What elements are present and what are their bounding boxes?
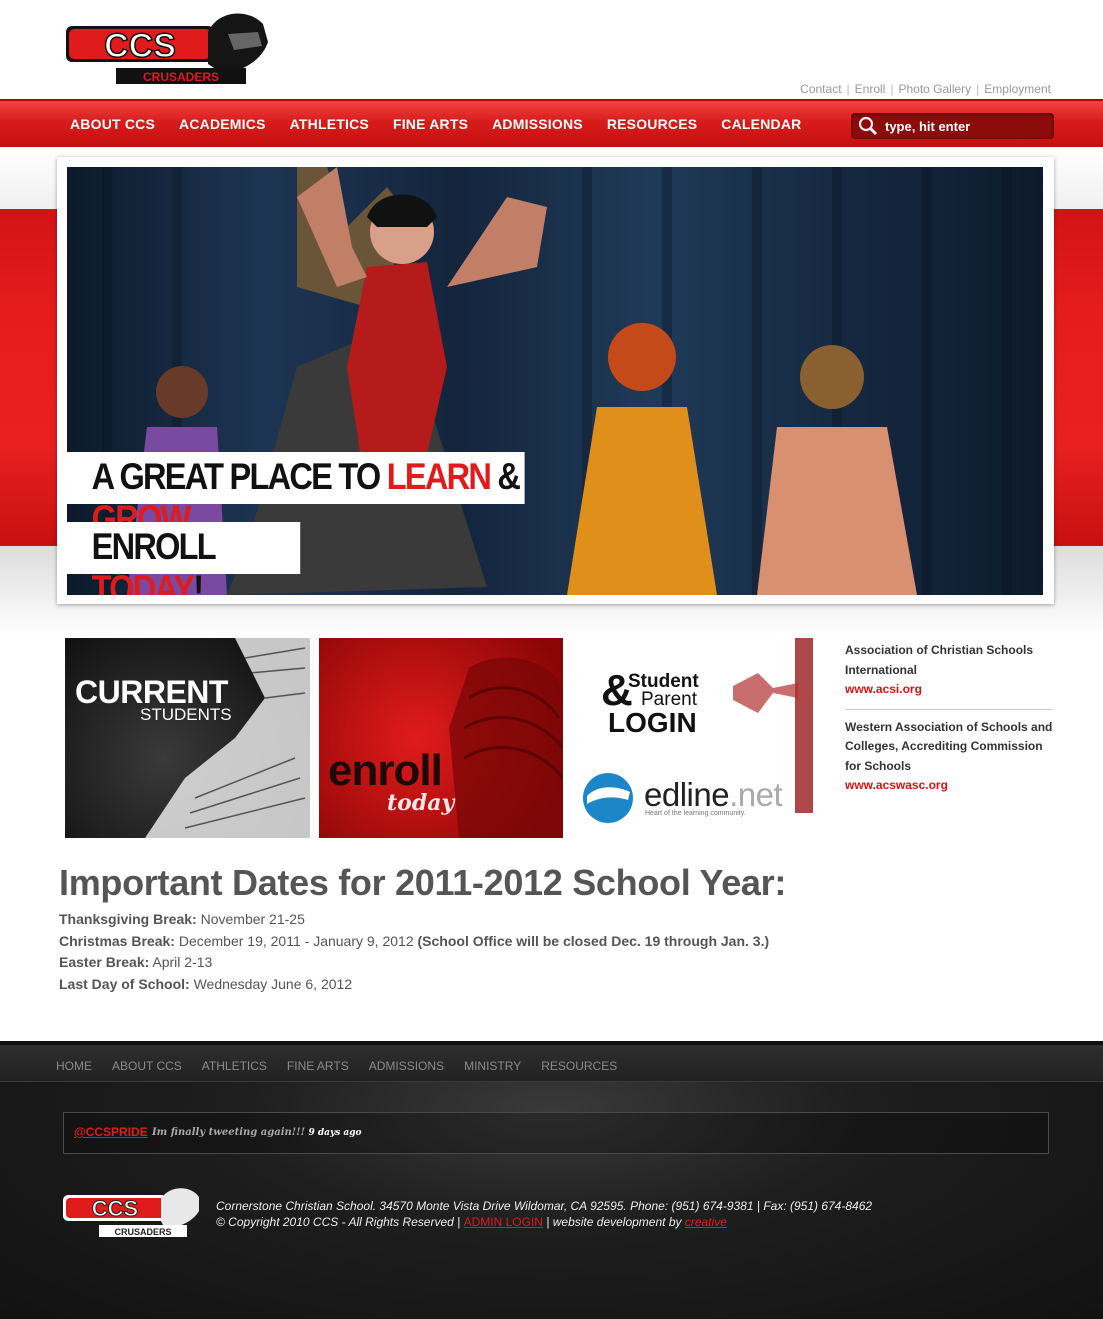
footer-nav-home[interactable]: HOME: [56, 1059, 92, 1073]
footer-address: Cornerstone Christian School. 34570 Mont…: [216, 1199, 873, 1213]
top-utility-links: Contact | Enroll | Photo Gallery | Employment: [800, 82, 1051, 96]
nav-calendar[interactable]: CALENDAR: [709, 116, 813, 132]
footer-nav-ministry[interactable]: MINISTRY: [464, 1059, 521, 1073]
footer-ccs-logo: CCS CRUSADERS: [61, 1185, 201, 1241]
main-navbar: ABOUT CCS ACADEMICS ATHLETICS FINE ARTS …: [0, 99, 1103, 147]
date-item: Christmas Break: December 19, 2011 - Jan…: [59, 932, 770, 949]
top-link-enroll[interactable]: Enroll: [855, 82, 886, 96]
footer-nav-athletics[interactable]: ATHLETICS: [202, 1059, 267, 1073]
footer-nav-fine-arts[interactable]: FINE ARTS: [287, 1059, 349, 1073]
student-parent-login-tile[interactable]: & Student Parent LOGIN edline.net Heart …: [573, 638, 818, 838]
creative-link[interactable]: creative: [685, 1215, 727, 1229]
logo-subtext: CRUSADERS: [143, 70, 219, 84]
current-students-tile[interactable]: CURRENT STUDENTS: [65, 638, 310, 838]
acsi-org-name: Association of Christian Schools Interna…: [845, 643, 1034, 677]
ccs-crusaders-logo[interactable]: CCS CRUSADERS: [58, 2, 270, 96]
nav-academics[interactable]: ACADEMICS: [167, 116, 278, 132]
acsi-link[interactable]: www.acsi.org: [845, 682, 922, 696]
logo-text: CCS: [104, 27, 176, 65]
important-dates-list: Thanksgiving Break: November 21-25 Chris…: [59, 909, 769, 995]
admin-login-link[interactable]: ADMIN LOGIN: [464, 1215, 543, 1229]
nav-about-ccs[interactable]: ABOUT CCS: [58, 116, 167, 132]
search-icon[interactable]: [855, 115, 881, 137]
today-label: today: [387, 790, 455, 816]
footer-logo-subtext: CRUSADERS: [114, 1227, 171, 1237]
footer-contact-info: Cornerstone Christian School. 34570 Mont…: [216, 1198, 872, 1230]
footer-logo-text: CCS: [92, 1196, 138, 1221]
enroll-label: enroll: [328, 746, 443, 795]
wasc-org-name: Western Association of Schools and Colle…: [845, 719, 1053, 773]
footer-nav-admissions[interactable]: ADMISSIONS: [369, 1059, 444, 1073]
accreditation-sidebar: Association of Christian Schools Interna…: [845, 641, 1053, 796]
edline-tagline: Heart of the learning community.: [645, 810, 746, 817]
nav-admissions[interactable]: ADMISSIONS: [480, 116, 595, 132]
twitter-handle-link[interactable]: @CCSPRIDE: [74, 1125, 148, 1139]
nav-athletics[interactable]: ATHLETICS: [278, 116, 381, 132]
hero-tagline: A GREAT PLACE TO LEARN & GROW: [67, 452, 525, 539]
footer: HOME ABOUT CCS ATHLETICS FINE ARTS ADMIS…: [0, 1041, 1103, 1319]
nav-fine-arts[interactable]: FINE ARTS: [381, 116, 480, 132]
wasc-link[interactable]: www.acswasc.org: [845, 778, 948, 792]
hero-banner[interactable]: A GREAT PLACE TO LEARN & GROW ENROLL TOD…: [57, 157, 1054, 604]
footer-nav: HOME ABOUT CCS ATHLETICS FINE ARTS ADMIS…: [0, 1041, 1103, 1082]
twitter-feed: @CCSPRIDE Im finally tweeting again!!! 9…: [63, 1112, 1049, 1154]
top-link-photo-gallery[interactable]: Photo Gallery: [898, 82, 971, 96]
date-item: Thanksgiving Break: November 21-25: [59, 911, 305, 927]
tweet-time: 9 days ago: [308, 1128, 362, 1138]
important-dates-heading: Important Dates for 2011-2012 School Yea…: [59, 862, 787, 903]
top-link-contact[interactable]: Contact: [800, 82, 841, 96]
students-label: STUDENTS: [140, 705, 232, 724]
hero-photo: A GREAT PLACE TO LEARN & GROW ENROLL TOD…: [67, 167, 1043, 595]
hero-enroll-cta[interactable]: ENROLL TODAY!: [67, 522, 301, 595]
nav-resources[interactable]: RESOURCES: [595, 116, 709, 132]
sidebar-divider: [845, 708, 1053, 710]
date-item: Easter Break: April 2-13: [59, 954, 213, 970]
date-item: Last Day of School: Wednesday June 6, 20…: [59, 975, 353, 992]
tweet-text: Im finally tweeting again!!! 9 days ago: [152, 1127, 362, 1138]
search-box: [851, 113, 1054, 139]
footer-nav-resources[interactable]: RESOURCES: [541, 1059, 617, 1073]
login-label: LOGIN: [608, 707, 697, 738]
footer-nav-about-ccs[interactable]: ABOUT CCS: [112, 1059, 182, 1073]
enroll-today-tile[interactable]: enroll today: [319, 638, 563, 838]
top-link-employment[interactable]: Employment: [984, 82, 1051, 96]
footer-copyright-line: © Copyright 2010 CCS - All Rights Reserv…: [216, 1215, 727, 1229]
search-input[interactable]: [885, 116, 1045, 136]
edline-logo: edline.net: [644, 776, 783, 813]
